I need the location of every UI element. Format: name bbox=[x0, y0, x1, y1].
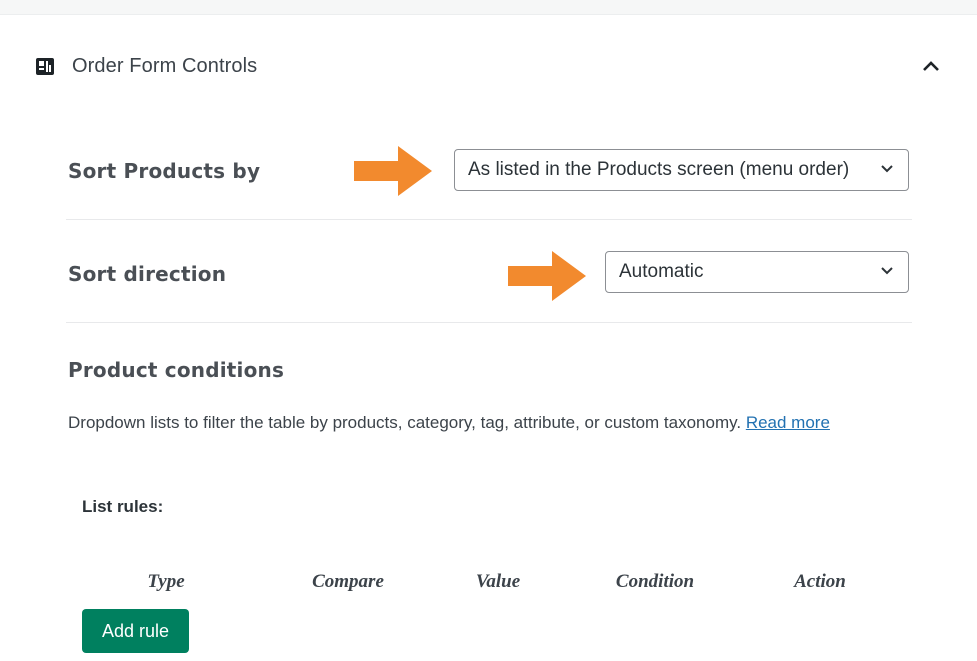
add-rule-button[interactable]: Add rule bbox=[82, 609, 189, 653]
sort-products-label: Sort Products by bbox=[68, 159, 261, 183]
sort-direction-select[interactable]: Automatic bbox=[605, 251, 909, 293]
column-header-action: Action bbox=[794, 571, 846, 592]
product-conditions-title: Product conditions bbox=[68, 358, 285, 382]
product-conditions-description: Dropdown lists to filter the table by pr… bbox=[68, 410, 898, 436]
arrow-right-icon bbox=[354, 146, 432, 196]
panel-header[interactable]: Order Form Controls bbox=[0, 15, 977, 119]
divider bbox=[66, 322, 912, 323]
divider bbox=[66, 219, 912, 220]
arrow-right-icon bbox=[508, 251, 586, 301]
sort-direction-label: Sort direction bbox=[68, 262, 227, 286]
column-header-condition: Condition bbox=[615, 571, 695, 592]
sort-direction-value: Automatic bbox=[619, 261, 704, 282]
sort-products-value: As listed in the Products screen (menu o… bbox=[468, 159, 850, 180]
sort-products-select[interactable]: As listed in the Products screen (menu o… bbox=[454, 149, 909, 191]
column-header-value: Value bbox=[475, 571, 521, 592]
list-rules-label: List rules: bbox=[82, 497, 164, 516]
chevron-down-icon bbox=[881, 165, 893, 173]
column-header-compare: Compare bbox=[312, 571, 384, 592]
panel-title: Order Form Controls bbox=[72, 55, 258, 77]
description-text: Dropdown lists to filter the table by pr… bbox=[68, 413, 742, 432]
column-header-type: Type bbox=[147, 571, 185, 592]
chevron-down-icon bbox=[881, 267, 893, 275]
collapse-toggle-button[interactable] bbox=[914, 53, 948, 81]
chevron-up-icon bbox=[923, 61, 939, 71]
read-more-link[interactable]: Read more bbox=[746, 413, 830, 432]
order-form-controls-panel: Order Form Controls Sort Products by As … bbox=[0, 14, 977, 661]
plugin-logo-icon bbox=[36, 58, 54, 75]
